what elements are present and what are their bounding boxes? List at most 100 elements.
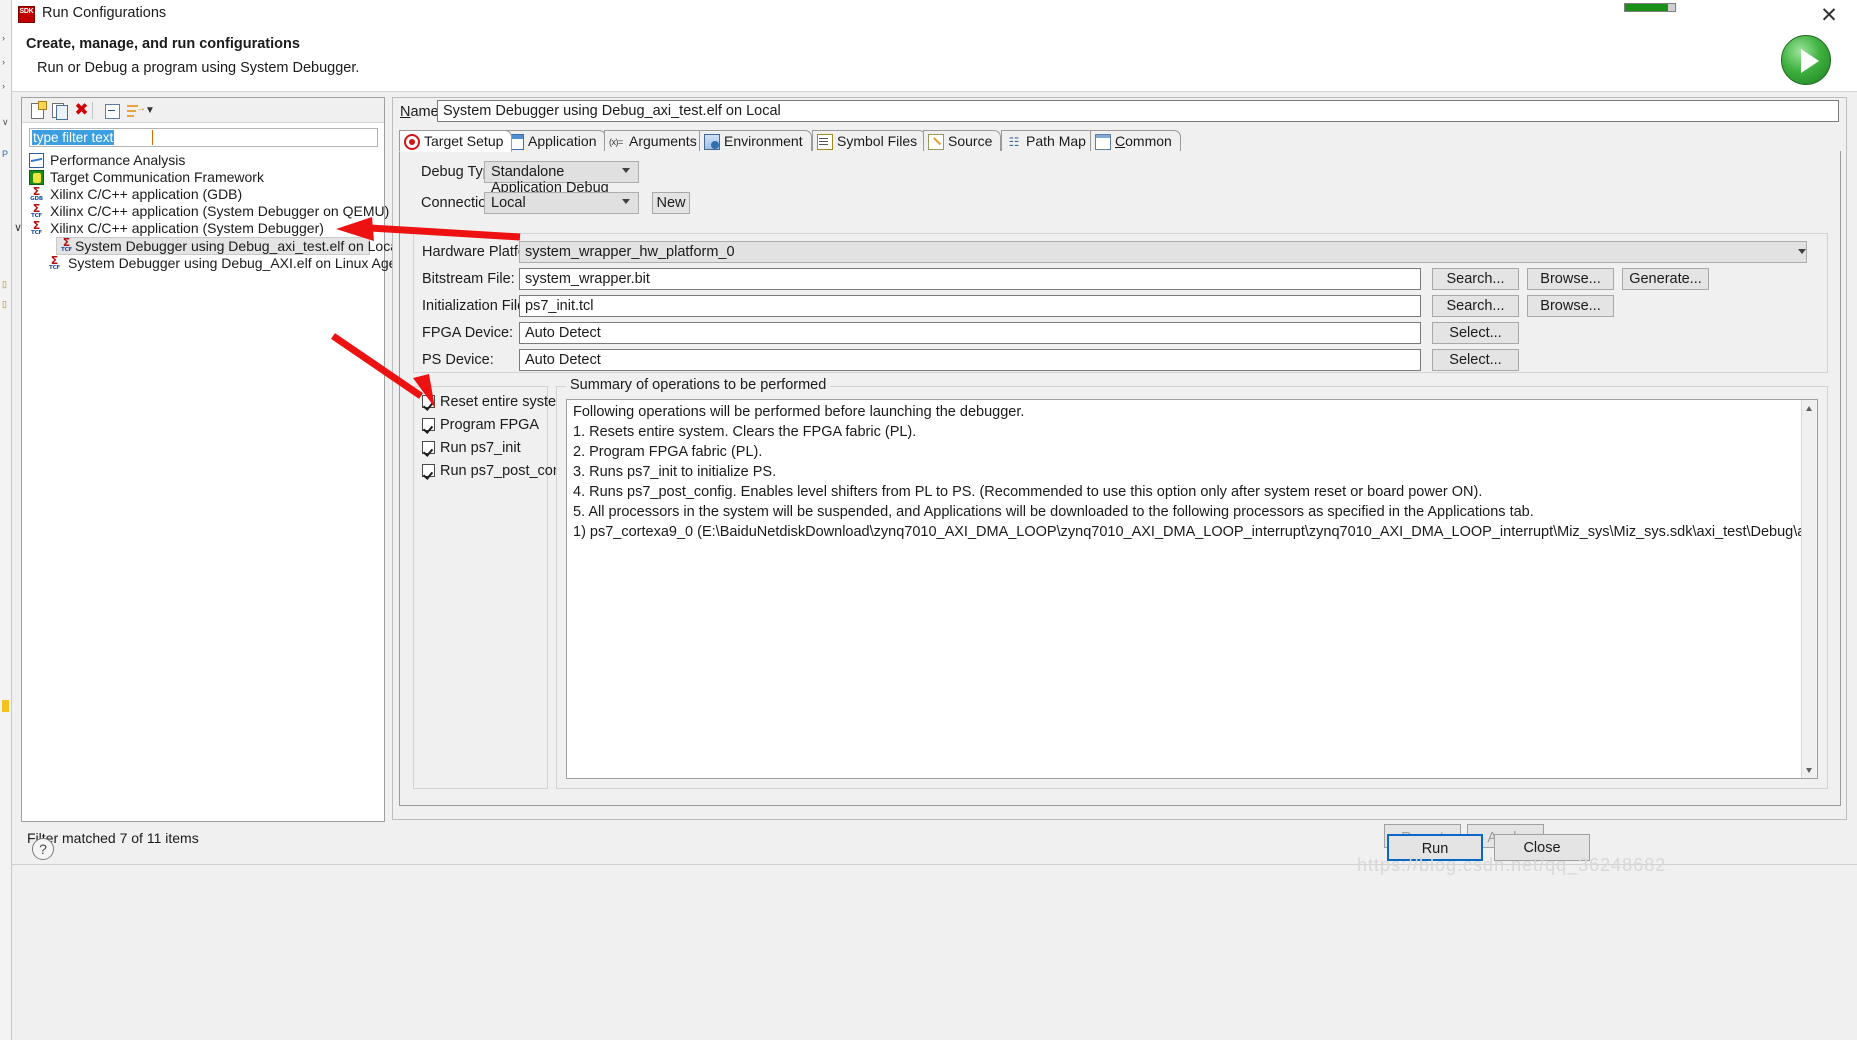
- summary-line: Following operations will be performed b…: [573, 404, 1025, 420]
- chevron-right-icon: ›: [2, 81, 5, 91]
- tree-item-xilinx-qemu[interactable]: Σ TCF Xilinx C/C++ application (System De…: [22, 203, 389, 220]
- checkbox-icon[interactable]: [422, 441, 435, 454]
- bitstream-browse-button[interactable]: Browse...: [1527, 268, 1614, 290]
- chevron-right-icon: ›: [2, 57, 5, 67]
- bitstream-file-value: system_wrapper.bit: [525, 271, 650, 287]
- bitstream-generate-button[interactable]: Generate...: [1622, 268, 1709, 290]
- ps-device-label: PS Device:: [422, 352, 494, 368]
- tab-symbol-files[interactable]: Symbol Files: [812, 130, 927, 152]
- duplicate-icon[interactable]: [50, 101, 69, 120]
- tab-environment[interactable]: Environment: [699, 130, 812, 152]
- filter-icon[interactable]: →: [124, 101, 146, 120]
- view-menu-chevron-down-icon[interactable]: ▼: [144, 101, 156, 120]
- hardware-platform-select[interactable]: system_wrapper_hw_platform_0: [519, 241, 1807, 263]
- initialization-file-input[interactable]: ps7_init.tcl: [519, 295, 1421, 317]
- tree-toolbar: ✖ → ▼: [22, 98, 384, 123]
- tab-arguments[interactable]: (x)= Arguments: [604, 130, 706, 152]
- scroll-up-icon[interactable]: [1802, 400, 1817, 416]
- tree-item-system-debugger-axi-linux-agent[interactable]: Σ TCF System Debugger using Debug_AXI.elf…: [22, 255, 408, 272]
- connection-select[interactable]: Local: [484, 192, 639, 214]
- bitstream-file-input[interactable]: system_wrapper.bit: [519, 268, 1421, 290]
- debug-type-select[interactable]: Standalone Application Debug: [484, 161, 639, 196]
- summary-vertical-scrollbar[interactable]: [1801, 400, 1817, 778]
- chevron-down-icon: [622, 199, 631, 208]
- progress-indicator: [1624, 3, 1676, 12]
- summary-line: 2. Program FPGA fabric (PL).: [573, 444, 763, 460]
- tab-source[interactable]: Source: [923, 130, 1002, 152]
- filter-input[interactable]: type filter text: [29, 128, 378, 147]
- name-input[interactable]: System Debugger using Debug_axi_test.elf…: [437, 100, 1839, 122]
- fpga-device-label: FPGA Device:: [422, 325, 514, 341]
- tree-item-xilinx-gdb[interactable]: Σ GDB Xilinx C/C++ application (GDB): [22, 186, 384, 203]
- tab-label: Common: [1115, 133, 1172, 149]
- chevron-right-icon: ›: [2, 33, 5, 43]
- common-icon: [1095, 134, 1111, 150]
- fpga-device-select-button[interactable]: Select...: [1432, 322, 1519, 344]
- page-title: Create, manage, and run configurations: [26, 36, 300, 52]
- tab-application[interactable]: Application: [503, 130, 606, 152]
- filter-input-value: type filter text: [32, 130, 115, 145]
- close-icon[interactable]: ✕: [1815, 2, 1843, 28]
- tab-label: Environment: [724, 133, 803, 149]
- initialization-file-value: ps7_init.tcl: [525, 298, 594, 314]
- new-launch-configuration-icon[interactable]: [28, 101, 47, 120]
- page-subtitle: Run or Debug a program using System Debu…: [37, 60, 360, 76]
- tree-item-label: Xilinx C/C++ application (GDB): [50, 186, 243, 202]
- tab-label: Path Map: [1026, 133, 1086, 149]
- tree-item-label: Performance Analysis: [50, 152, 186, 168]
- checkbox-icon[interactable]: [422, 464, 435, 477]
- tree-item-label: Xilinx C/C++ application (System Debugge…: [50, 203, 390, 219]
- summary-text-area[interactable]: Following operations will be performed b…: [566, 399, 1818, 779]
- tab-label: Source: [948, 133, 993, 149]
- ps-device-select-button[interactable]: Select...: [1432, 349, 1519, 371]
- source-icon: [928, 134, 944, 150]
- path-map-icon: ☷: [1008, 135, 1020, 149]
- performance-analysis-icon: [29, 153, 44, 168]
- collapse-all-icon[interactable]: [102, 101, 121, 120]
- summary-line: 5. All processors in the system will be …: [573, 504, 1534, 520]
- tree-item-performance-analysis[interactable]: Performance Analysis: [22, 152, 384, 169]
- launch-configuration-tree-panel: ✖ → ▼ type filter text Performance Analy…: [14, 97, 408, 822]
- environment-icon: [704, 134, 720, 150]
- tab-bar: Target Setup Application (x)= Arguments …: [399, 130, 1841, 152]
- tree-item-xilinx-system-debugger[interactable]: ∨ Σ TCF Xilinx C/C++ application (System …: [14, 219, 384, 237]
- new-connection-button[interactable]: New: [652, 192, 690, 214]
- name-input-value: System Debugger using Debug_axi_test.elf…: [443, 103, 781, 119]
- connection-value: Local: [491, 195, 526, 211]
- help-icon[interactable]: ?: [32, 838, 54, 860]
- name-row: Name: System Debugger using Debug_axi_te…: [393, 98, 1846, 126]
- launch-configuration-tree[interactable]: Performance Analysis Target Communicatio…: [14, 152, 408, 272]
- tab-target-setup[interactable]: Target Setup: [399, 130, 513, 152]
- ide-left-strip: › › › ∨ P ▯ ▯: [0, 0, 12, 1040]
- tab-path-map[interactable]: ☷ Path Map: [1001, 130, 1095, 152]
- tab-label: Target Setup: [424, 133, 504, 149]
- dialog-title: Run Configurations: [42, 5, 167, 21]
- run-hero-icon: [1781, 35, 1831, 85]
- symbol-files-icon: [817, 134, 833, 150]
- initialization-search-button[interactable]: Search...: [1432, 295, 1519, 317]
- expander-chevron-down-icon[interactable]: ∨: [14, 220, 22, 237]
- checkbox-icon[interactable]: [422, 418, 435, 431]
- tab-label: Application: [528, 133, 597, 149]
- tree-item-target-communication-framework[interactable]: Target Communication Framework: [22, 169, 384, 186]
- tree-item-label: Xilinx C/C++ application (System Debugge…: [50, 220, 324, 236]
- initialization-browse-button[interactable]: Browse...: [1527, 295, 1614, 317]
- checkbox-icon[interactable]: [422, 395, 435, 408]
- summary-group-label: Summary of operations to be performed: [566, 377, 831, 393]
- fpga-device-input[interactable]: Auto Detect: [519, 322, 1421, 344]
- initialization-file-label: Initialization File:: [422, 298, 530, 314]
- fpga-device-value: Auto Detect: [525, 325, 601, 341]
- ps-device-input[interactable]: Auto Detect: [519, 349, 1421, 371]
- delete-icon[interactable]: ✖: [72, 101, 91, 120]
- arguments-icon: (x)=: [609, 137, 623, 147]
- scroll-down-icon[interactable]: [1802, 762, 1817, 778]
- tab-label: Symbol Files: [837, 133, 918, 149]
- hardware-platform-value: system_wrapper_hw_platform_0: [525, 244, 735, 260]
- checkbox-label: Program FPGA: [440, 417, 540, 433]
- tree-item-system-debugger-axi-test-local[interactable]: Σ TCF System Debugger using Debug_axi_tes…: [56, 237, 401, 255]
- target-setup-page: Debug Type: Standalone Application Debug…: [399, 151, 1841, 806]
- tab-common[interactable]: Common: [1090, 130, 1181, 152]
- checkbox-label: Reset entire system: [440, 394, 569, 410]
- bitstream-search-button[interactable]: Search...: [1432, 268, 1519, 290]
- xilinx-tcf-icon: Σ TCF: [31, 219, 42, 236]
